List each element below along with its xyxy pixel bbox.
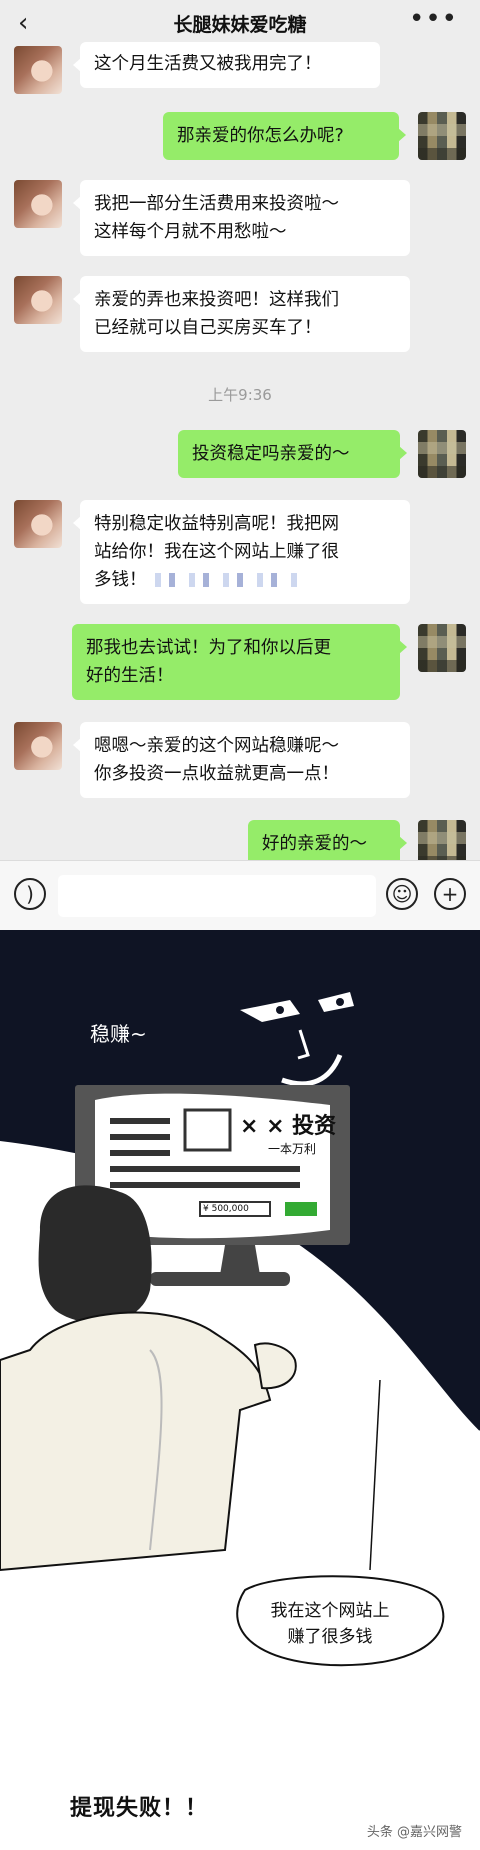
- message-text: 特别稳定收益特别高呢！我把网: [94, 514, 339, 534]
- avatar[interactable]: [14, 722, 62, 770]
- redacted-link: [154, 573, 305, 587]
- message-bubble: 那我也去试试！为了和你以后更 好的生活！: [72, 624, 407, 700]
- message-text: 我把一部分生活费用来投资啦～: [94, 194, 339, 214]
- top-bar: ‹ 长腿妹妹爱吃糖 •••: [0, 0, 480, 44]
- message-text: 站给你！我在这个网站上赚了很: [94, 542, 339, 562]
- input-bar: ) ☺ +: [0, 860, 480, 930]
- avatar[interactable]: [14, 180, 62, 228]
- screen-title: × × 投资: [240, 1114, 337, 1139]
- message-text: 多钱！: [94, 570, 147, 590]
- message-bubble: 我把一部分生活费用来投资啦～ 这样每个月就不用愁啦～: [73, 180, 410, 256]
- message-text: 那我也去试试！为了和你以后更: [86, 638, 331, 658]
- message-text: 这样每个月就不用愁啦～: [94, 222, 287, 242]
- message-bubble: 投资稳定吗亲爱的～: [178, 430, 407, 478]
- message-bubble: 亲爱的弄也来投资吧！这样我们 已经就可以自己买房买车了！: [73, 276, 410, 352]
- speech-line: 我在这个网站上: [270, 1601, 390, 1621]
- message-text: 投资稳定吗亲爱的～: [192, 444, 350, 464]
- message-text: 好的生活！: [86, 666, 174, 686]
- emoji-icon[interactable]: ☺: [386, 878, 418, 910]
- message-text: 你多投资一点收益就更高一点！: [94, 764, 339, 784]
- screen-subtitle: 一本万利: [268, 1142, 317, 1156]
- avatar[interactable]: [418, 624, 466, 672]
- message-text: 亲爱的弄也来投资吧！这样我们: [94, 290, 339, 310]
- message-bubble: 特别稳定收益特别高呢！我把网 站给你！我在这个网站上赚了很 多钱！: [73, 500, 410, 604]
- avatar[interactable]: [14, 276, 62, 324]
- avatar[interactable]: [418, 112, 466, 160]
- voice-icon[interactable]: ): [14, 878, 46, 910]
- message-text: 这个月生活费又被我用完了！: [94, 54, 322, 74]
- comic-caption-bottom: 提现失败！！: [70, 1796, 209, 1821]
- message-text: 那亲爱的你怎么办呢?: [177, 126, 344, 146]
- message-bubble: 嗯嗯～亲爱的这个网站稳赚呢～ 你多投资一点收益就更高一点！: [73, 722, 410, 798]
- watermark: 头条 @嘉兴网警: [366, 1825, 462, 1840]
- plus-icon[interactable]: +: [434, 878, 466, 910]
- avatar[interactable]: [418, 430, 466, 478]
- comic-drawing: [0, 930, 480, 1667]
- message-text: 嗯嗯～亲爱的这个网站稳赚呢～: [94, 736, 339, 756]
- comic-caption-top: 稳赚~: [90, 1022, 147, 1046]
- avatar[interactable]: [14, 500, 62, 548]
- speech-line: 赚了很多钱: [287, 1627, 373, 1647]
- screen-amount: ¥ 500,000: [203, 1204, 249, 1214]
- message-bubble: 这个月生活费又被我用完了！: [73, 42, 380, 88]
- message-text: 已经就可以自己买房买车了！: [94, 318, 322, 338]
- chat-screen: ‹ 长腿妹妹爱吃糖 ••• 这个月生活费又被我用完了！ 那亲爱的你怎么办呢? 我…: [0, 0, 480, 930]
- speech-bubble-text: 我在这个网站上 赚了很多钱: [230, 1598, 430, 1650]
- comic-illustration: 稳赚~ × × 投资 一本万利 ¥ 500,000 我在这个网站上 赚了很多钱 …: [0, 930, 480, 1850]
- timestamp: 上午9:36: [208, 386, 272, 404]
- message-text: 好的亲爱的～: [262, 834, 367, 854]
- message-input[interactable]: [58, 875, 376, 917]
- more-icon[interactable]: •••: [409, 4, 458, 34]
- message-bubble: 那亲爱的你怎么办呢?: [163, 112, 406, 160]
- avatar[interactable]: [14, 46, 62, 94]
